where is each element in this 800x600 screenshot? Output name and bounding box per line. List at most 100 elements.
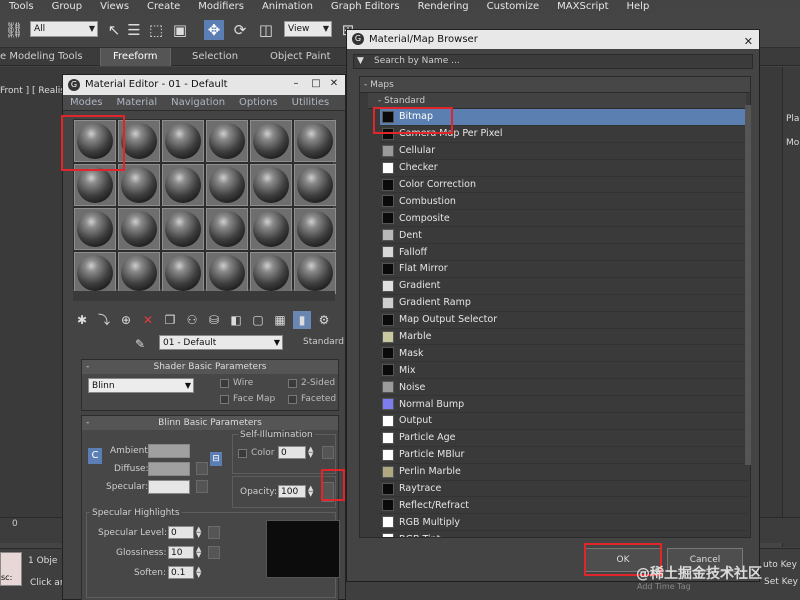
menu-views[interactable]: Views [91, 0, 138, 14]
map-list-item[interactable]: Checker [380, 160, 748, 177]
maps-group-header[interactable]: - Maps [360, 77, 750, 93]
shader-dropdown[interactable]: Blinn ▼ [88, 378, 194, 393]
show-map-icon[interactable]: ▢ [249, 311, 267, 329]
tab-freeform[interactable]: Freeform [100, 48, 171, 66]
menu-create[interactable]: Create [138, 0, 189, 14]
tab-object-paint[interactable]: Object Paint [270, 48, 331, 66]
sample-slot[interactable] [250, 208, 292, 250]
menu-modifiers[interactable]: Modifiers [189, 0, 253, 14]
sample-slot[interactable] [118, 208, 160, 250]
sample-slot[interactable] [74, 252, 116, 294]
sample-slot[interactable] [206, 252, 248, 294]
map-list-item[interactable]: Output [380, 413, 748, 430]
map-list-item[interactable]: Mask [380, 345, 748, 363]
menu-graph-editors[interactable]: Graph Editors [322, 0, 409, 14]
soften-spinner[interactable]: 0.1 [168, 566, 194, 579]
map-list-item[interactable]: Color Correction [380, 177, 748, 194]
self-illum-spinner[interactable]: 0 [278, 446, 306, 459]
rotate-icon[interactable]: ⟳ [230, 20, 250, 40]
sample-slot[interactable] [294, 164, 336, 206]
show-end-result-icon[interactable]: ▦ [271, 311, 289, 329]
material-editor-menu-utilities[interactable]: Utilities [285, 95, 337, 110]
spinner-arrows-icon[interactable]: ▲ ▼ [308, 446, 316, 459]
lock-ambient-diffuse-icon[interactable]: C [88, 448, 102, 464]
map-list-item[interactable]: Gradient Ramp [380, 295, 748, 312]
specular-level-map-button[interactable] [208, 526, 220, 539]
menu-animation[interactable]: Animation [253, 0, 322, 14]
faceted-checkbox[interactable]: Faceted [288, 394, 336, 404]
map-list-item[interactable]: Map Output Selector [380, 312, 748, 329]
set-key-button[interactable]: Set Key [764, 577, 798, 587]
map-list-item[interactable]: RGB Tint [380, 531, 748, 537]
sample-slot[interactable] [74, 208, 116, 250]
map-list-item[interactable]: Mix [380, 362, 748, 380]
sample-slot[interactable] [206, 164, 248, 206]
spinner-arrows-icon[interactable]: ▲ ▼ [196, 566, 204, 579]
map-list-item[interactable]: Particle MBlur [380, 447, 748, 464]
map-list-item[interactable]: Reflect/Refract [380, 497, 748, 515]
glossiness-spinner[interactable]: 10 [168, 546, 194, 559]
scale-icon[interactable]: ◫ [256, 20, 276, 40]
menu-help[interactable]: Help [618, 0, 659, 14]
material-editor-menu-material[interactable]: Material [109, 95, 164, 110]
sample-slot[interactable] [250, 252, 292, 294]
map-list-item[interactable]: Dent [380, 227, 748, 245]
material-id-icon[interactable]: ◧ [227, 311, 245, 329]
face-map-checkbox[interactable]: Face Map [220, 394, 275, 404]
diffuse-map-button[interactable] [196, 462, 208, 475]
sample-slot[interactable] [294, 120, 336, 162]
sample-slot[interactable] [294, 208, 336, 250]
menu-tools[interactable]: Tools [0, 0, 43, 14]
map-browser-search-field[interactable]: ▼ Search by Name ... [353, 54, 753, 69]
opacity-spinner[interactable]: 100 [278, 485, 306, 498]
pick-material-icon[interactable]: ✎ [135, 337, 147, 351]
assign-to-selection-icon[interactable]: ⊕ [117, 311, 135, 329]
spinner-arrows-icon[interactable]: ▲ ▼ [196, 546, 204, 559]
material-type-button[interactable]: Standard [303, 337, 344, 347]
sample-slot[interactable] [294, 252, 336, 294]
sample-slots-scrollbar[interactable] [73, 291, 335, 301]
map-list-item[interactable]: Perlin Marble [380, 464, 748, 481]
get-material-icon[interactable]: ✱ [73, 311, 91, 329]
copy-material-icon[interactable]: ❐ [161, 311, 179, 329]
sample-slot[interactable] [206, 208, 248, 250]
reference-coordinate-dropdown[interactable]: View ▼ [284, 21, 332, 37]
map-list-item[interactable]: Normal Bump [380, 396, 748, 414]
map-list-item[interactable]: Raytrace [380, 481, 748, 498]
specular-level-spinner[interactable]: 0 [168, 526, 194, 539]
sample-slot[interactable] [206, 120, 248, 162]
wire-checkbox[interactable]: Wire [220, 378, 253, 388]
close-icon[interactable]: ✕ [744, 32, 753, 51]
material-editor-menu-options[interactable]: Options [232, 95, 285, 110]
self-illum-map-button[interactable] [322, 446, 334, 459]
map-list-item[interactable]: Falloff [380, 244, 748, 262]
sample-slot[interactable] [162, 208, 204, 250]
make-unique-icon[interactable]: ⚇ [183, 311, 201, 329]
map-list-item[interactable]: Combustion [380, 193, 748, 211]
select-by-name-icon[interactable]: ☰ [124, 20, 144, 40]
spinner-arrows-icon[interactable]: ▲ ▼ [308, 485, 316, 498]
close-icon[interactable]: ✕ [327, 78, 341, 91]
rectangle-selection-icon[interactable]: ⬚ [146, 20, 166, 40]
lock-diffuse-map-icon[interactable]: ⊟ [210, 452, 222, 466]
sample-slot[interactable] [162, 120, 204, 162]
shader-basic-heading[interactable]: - Shader Basic Parameters [82, 360, 338, 374]
map-list-item[interactable]: Composite [380, 210, 748, 228]
sample-slot[interactable] [162, 252, 204, 294]
sample-slot[interactable] [118, 252, 160, 294]
selection-filter-dropdown[interactable]: All ▼ [30, 21, 98, 37]
chain-link-icon[interactable]: ⛓ [4, 20, 24, 40]
specular-map-button[interactable] [196, 480, 208, 493]
move-icon[interactable]: ✥ [204, 20, 224, 40]
window-crossing-icon[interactable]: ▣ [170, 20, 190, 40]
sample-slot[interactable] [250, 120, 292, 162]
search-options-icon[interactable]: ▼ [357, 56, 364, 66]
map-list-item[interactable]: Flat Mirror [380, 261, 748, 278]
material-name-field[interactable]: 01 - Default ▼ [159, 335, 283, 350]
menu-group[interactable]: Group [43, 0, 91, 14]
menu-customize[interactable]: Customize [478, 0, 549, 14]
go-forward-sibling-icon[interactable]: ⚙ [315, 311, 333, 329]
blinn-basic-heading[interactable]: - Blinn Basic Parameters [82, 416, 338, 430]
put-to-scene-icon[interactable]: ⤵ [95, 311, 113, 329]
material-editor-menu-modes[interactable]: Modes [63, 95, 109, 110]
